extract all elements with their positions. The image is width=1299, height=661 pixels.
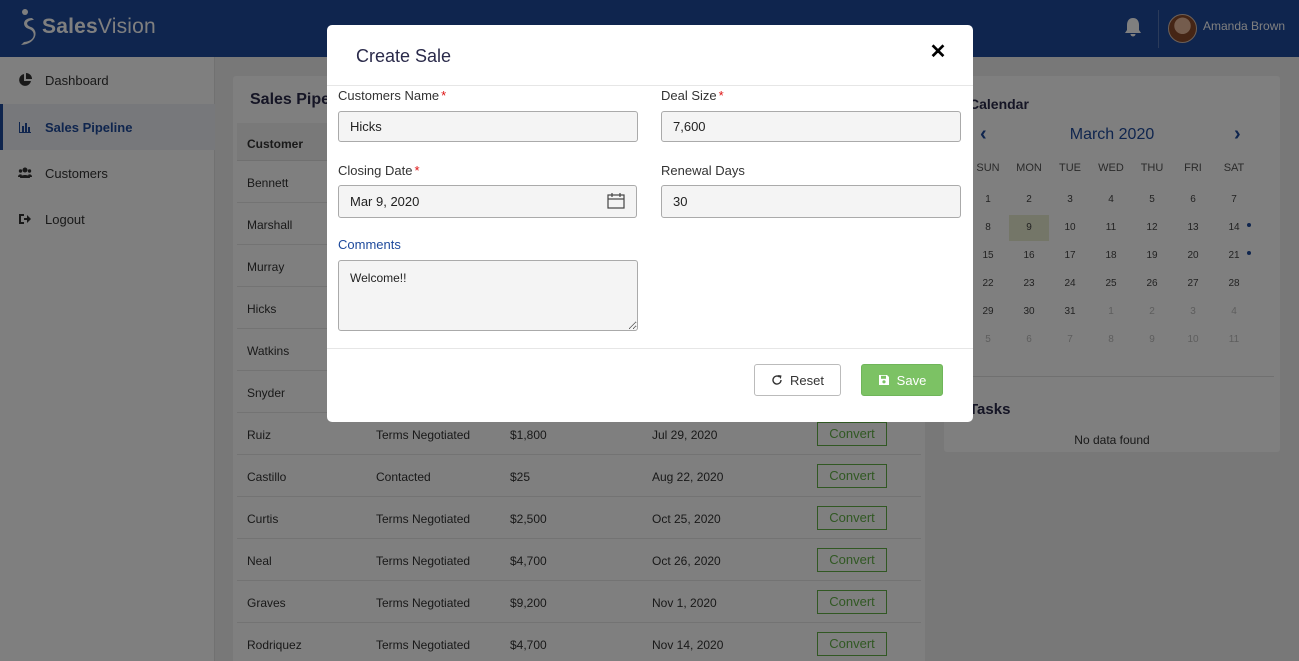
calendar-icon[interactable]: [607, 192, 625, 210]
required-marker: *: [414, 163, 420, 178]
comments-label: Comments: [338, 237, 401, 252]
comments-textarea[interactable]: Welcome!!: [338, 260, 638, 331]
required-marker: *: [718, 88, 724, 103]
deal-size-label-text: Deal Size: [661, 88, 717, 103]
customer-name-input[interactable]: [338, 111, 638, 142]
create-sale-dialog: Create Sale ✕ Customers Name* Deal Size*…: [327, 25, 973, 422]
closing-date-label-text: Closing Date: [338, 163, 413, 178]
deal-size-input[interactable]: [661, 111, 961, 142]
save-button[interactable]: Save: [861, 364, 943, 396]
closing-date-input[interactable]: [338, 185, 637, 218]
reset-button[interactable]: Reset: [754, 364, 841, 396]
required-marker: *: [441, 88, 447, 103]
close-icon[interactable]: ✕: [927, 41, 949, 63]
closing-date-label: Closing Date *: [338, 163, 420, 178]
divider: [327, 85, 973, 86]
reset-label: Reset: [790, 372, 824, 388]
divider: [327, 348, 973, 349]
customer-name-label: Customers Name *: [338, 88, 446, 103]
renewal-days-label: Renewal Days: [661, 163, 745, 178]
renewal-days-input[interactable]: [661, 185, 961, 218]
customer-name-label-text: Customers Name: [338, 88, 440, 103]
save-icon: [878, 375, 889, 385]
deal-size-label: Deal Size *: [661, 88, 724, 103]
dialog-title: Create Sale: [356, 46, 452, 66]
refresh-icon: [772, 375, 782, 385]
save-label: Save: [896, 372, 927, 388]
